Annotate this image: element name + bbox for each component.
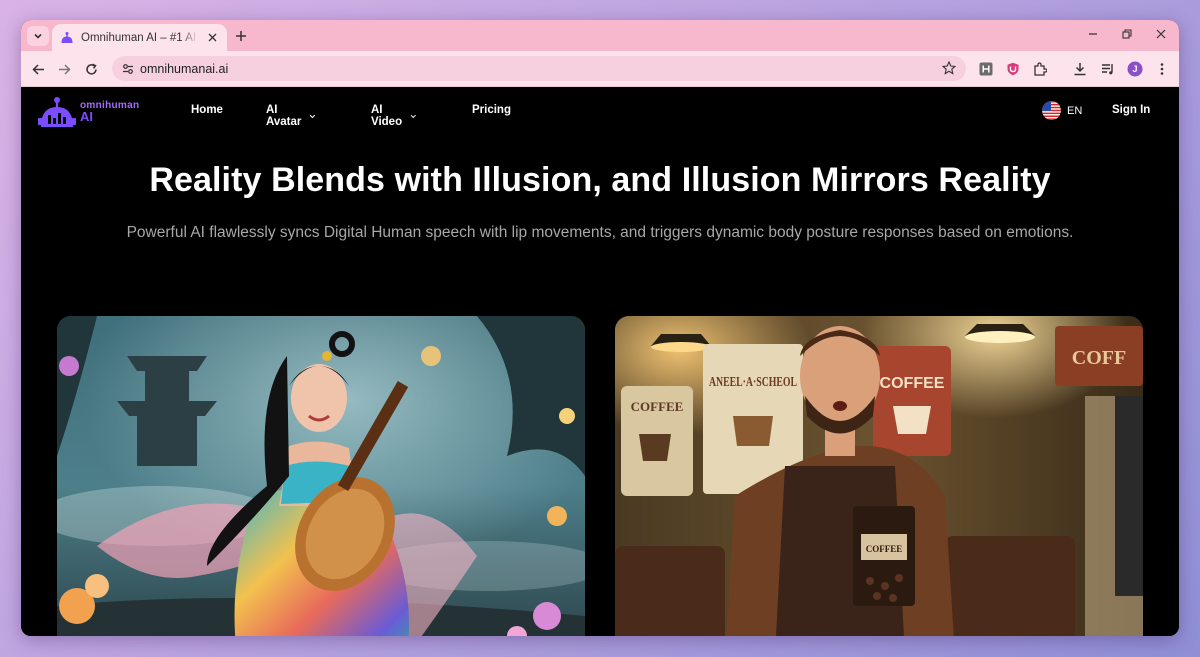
- reload-button[interactable]: [82, 60, 100, 78]
- nav-pricing-label: Pricing: [472, 104, 511, 116]
- wall-sign: COFF: [1055, 326, 1143, 386]
- hero-subtitle: Powerful AI flawlessly syncs Digital Hum…: [126, 224, 1074, 241]
- browser-toolbar: omnihumanai.ai J: [21, 51, 1179, 87]
- tab-title: Omnihuman AI – #1 AI Avatar &: [81, 31, 198, 44]
- site-header: omnihuman AI Home AI Avatar AI Video Pri…: [21, 87, 1179, 134]
- reload-icon: [85, 63, 97, 75]
- showcase-card-fantasy[interactable]: [57, 316, 585, 636]
- barista-image: COFFEE ANEEL·A·SCHEOL COFFEE COFF COFFEE: [615, 316, 1143, 636]
- coffee-sign-left: COFFEE: [621, 386, 693, 496]
- h-extension-icon: [979, 62, 993, 76]
- restore-button[interactable]: [1119, 26, 1135, 42]
- minimize-button[interactable]: [1085, 26, 1101, 42]
- language-label: EN: [1067, 104, 1083, 117]
- restore-icon: [1122, 29, 1132, 39]
- url-text: omnihumanai.ai: [140, 61, 229, 76]
- puzzle-icon: [1034, 62, 1047, 76]
- close-icon: [1156, 29, 1166, 39]
- bookmark-star-icon[interactable]: [942, 61, 956, 75]
- coffee-bag: COFFEE: [853, 506, 915, 606]
- nav-ai-avatar-label: AI Avatar: [266, 104, 302, 128]
- nav-ai-video[interactable]: AI Video: [371, 104, 416, 128]
- svg-text:ANEEL·A·SCHEOL: ANEEL·A·SCHEOL: [709, 375, 797, 390]
- profile-initial: J: [1132, 64, 1138, 74]
- back-button[interactable]: [29, 60, 47, 78]
- sign-in-link[interactable]: Sign In: [1112, 104, 1150, 116]
- playlist-icon: [1102, 64, 1113, 75]
- profile-button[interactable]: J: [1126, 60, 1144, 78]
- robot-logo-icon: [38, 97, 76, 127]
- tab-strip: Omnihuman AI – #1 AI Avatar &: [21, 20, 1179, 51]
- download-icon: [1074, 63, 1086, 76]
- coffee-sign-right: COFFEE: [873, 346, 951, 456]
- site-info-button[interactable]: [118, 59, 137, 78]
- chevron-down-icon: [34, 33, 42, 39]
- extension-h-button[interactable]: [977, 60, 995, 78]
- shield-icon: [1007, 62, 1019, 76]
- svg-text:COFF: COFF: [1072, 347, 1126, 369]
- omnihuman-favicon-icon: [61, 31, 73, 43]
- nav-home-label: Home: [191, 104, 223, 116]
- chevron-down-icon: [309, 114, 315, 118]
- nav-home[interactable]: Home: [191, 104, 223, 116]
- extensions-button[interactable]: [1031, 60, 1049, 78]
- kebab-menu-icon: [1160, 63, 1164, 75]
- fantasy-musician-image: [57, 316, 585, 636]
- omnihuman-logo[interactable]: omnihuman AI: [38, 96, 139, 128]
- menu-button[interactable]: [1153, 60, 1171, 78]
- tab-search-button[interactable]: [27, 26, 49, 46]
- tune-icon: [122, 63, 133, 74]
- extension-shield-button[interactable]: [1004, 60, 1022, 78]
- media-controls-button[interactable]: [1099, 60, 1117, 78]
- browser-window: Omnihuman AI – #1 AI Avatar &: [21, 20, 1179, 636]
- minimize-icon: [1089, 33, 1097, 35]
- nav-pricing[interactable]: Pricing: [472, 104, 511, 116]
- nav-ai-avatar[interactable]: AI Avatar: [266, 104, 315, 128]
- svg-text:COFFEE: COFFEE: [866, 544, 903, 554]
- plus-icon: [236, 31, 246, 41]
- close-tab-icon[interactable]: [205, 31, 219, 45]
- chevron-down-icon: [410, 114, 416, 118]
- forward-button[interactable]: [55, 60, 73, 78]
- svg-text:COFFEE: COFFEE: [631, 399, 684, 414]
- arrow-left-icon: [31, 63, 44, 75]
- web-page: omnihuman AI Home AI Avatar AI Video Pri…: [21, 87, 1179, 636]
- hero-title: Reality Blends with Illusion, and Illusi…: [149, 161, 1051, 199]
- arrow-right-icon: [58, 63, 71, 75]
- downloads-button[interactable]: [1071, 60, 1089, 78]
- new-tab-button[interactable]: [233, 28, 249, 44]
- us-flag-icon: [1042, 101, 1061, 120]
- language-selector[interactable]: EN: [1042, 101, 1082, 120]
- close-window-button[interactable]: [1153, 26, 1169, 42]
- showcase-card-barista[interactable]: COFFEE ANEEL·A·SCHEOL COFFEE COFF COFFEE: [615, 316, 1143, 636]
- address-bar[interactable]: omnihumanai.ai: [112, 56, 966, 81]
- svg-text:COFFEE: COFFEE: [880, 375, 945, 392]
- logo-suffix: AI: [80, 109, 93, 124]
- nav-ai-video-label: AI Video: [371, 104, 403, 128]
- browser-tab[interactable]: Omnihuman AI – #1 AI Avatar &: [52, 24, 227, 51]
